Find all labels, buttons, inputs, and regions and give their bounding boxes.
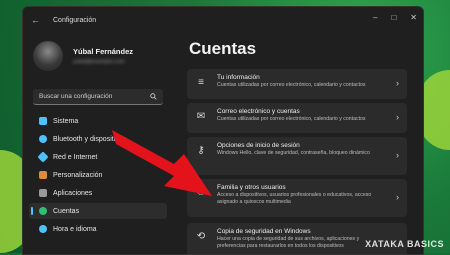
- sidebar-item-label: Personalización: [53, 171, 103, 179]
- card-correo[interactable]: ✉ Correo electrónico y cuentas Cuentas u…: [187, 103, 407, 133]
- sidebar-item-label: Hora e idioma: [53, 225, 97, 233]
- globe-icon: [39, 225, 47, 233]
- card-title: Familia y otros usuarios: [217, 184, 286, 191]
- card-title: Correo electrónico y cuentas: [217, 108, 300, 115]
- avatar: [33, 41, 63, 71]
- maximize-button[interactable]: □: [391, 13, 396, 22]
- user-icon: [39, 207, 47, 215]
- sidebar-item-label: Red e Internet: [53, 153, 98, 161]
- monitor-icon: [39, 117, 47, 125]
- settings-window: ← Configuración – □ ✕ Yúbal Fernández yu…: [22, 6, 424, 255]
- card-title: Tu información: [217, 74, 260, 81]
- card-description: Hacer una copia de seguridad de sus arch…: [217, 236, 360, 249]
- window-title: Configuración: [53, 16, 97, 24]
- mail-icon: ✉: [196, 111, 206, 122]
- back-button[interactable]: ←: [31, 15, 47, 25]
- minimize-button[interactable]: –: [373, 13, 377, 22]
- card-familia[interactable]: ⚇ Familia y otros usuarios Acceso a disp…: [187, 179, 407, 217]
- sidebar-item-label: Sistema: [53, 117, 79, 125]
- card-title: Copia de seguridad en Windows: [217, 228, 311, 235]
- profile-email: yubal@example.com: [73, 59, 125, 65]
- backup-icon: ⟲: [196, 231, 206, 242]
- sidebar-item-hora[interactable]: Hora e idioma: [29, 221, 167, 237]
- card-title: Opciones de inicio de sesión: [217, 142, 300, 149]
- profile-section[interactable]: Yúbal Fernández yubal@example.com: [23, 33, 173, 79]
- network-icon: [37, 151, 49, 163]
- card-description: Cuentas utilizadas por correo electrónic…: [217, 116, 366, 122]
- page-title: Cuentas: [189, 39, 257, 58]
- sidebar-item-label: Aplicaciones: [53, 189, 93, 197]
- card-inicio-sesion[interactable]: ⚷ Opciones de inicio de sesión Windows H…: [187, 137, 407, 175]
- close-button[interactable]: ✕: [410, 13, 417, 22]
- brush-icon: [39, 171, 47, 179]
- profile-name: Yúbal Fernández: [73, 47, 134, 56]
- apps-icon: [39, 189, 47, 197]
- watermark-text: XATAKA BASICS: [365, 239, 444, 249]
- card-description: Cuentas utilizadas por correo electrónic…: [217, 82, 366, 88]
- red-arrow-annotation: [112, 130, 212, 196]
- card-tu-informacion[interactable]: ≡ Tu información Cuentas utilizadas por …: [187, 69, 407, 99]
- search-placeholder: Buscar una configuración: [39, 93, 113, 100]
- chevron-right-icon: ›: [396, 150, 399, 160]
- search-input[interactable]: Buscar una configuración: [33, 89, 163, 105]
- card-description: Windows Hello, clave de seguridad, contr…: [217, 150, 370, 156]
- search-icon: [150, 93, 157, 100]
- user-card-icon: ≡: [198, 77, 204, 88]
- chevron-right-icon: ›: [396, 112, 399, 122]
- main-content: Cuentas ≡ Tu información Cuentas utiliza…: [187, 33, 423, 254]
- sidebar-item-label: Cuentas: [53, 207, 80, 215]
- chevron-right-icon: ›: [396, 78, 399, 88]
- title-bar: ← Configuración – □ ✕: [23, 7, 423, 33]
- chevron-right-icon: ›: [396, 192, 399, 202]
- window-controls: – □ ✕: [373, 13, 417, 22]
- card-description: Acceso a dispositivos, usuarios profesio…: [217, 192, 372, 205]
- sidebar-item-cuentas[interactable]: Cuentas: [29, 203, 167, 219]
- bluetooth-icon: [39, 135, 47, 143]
